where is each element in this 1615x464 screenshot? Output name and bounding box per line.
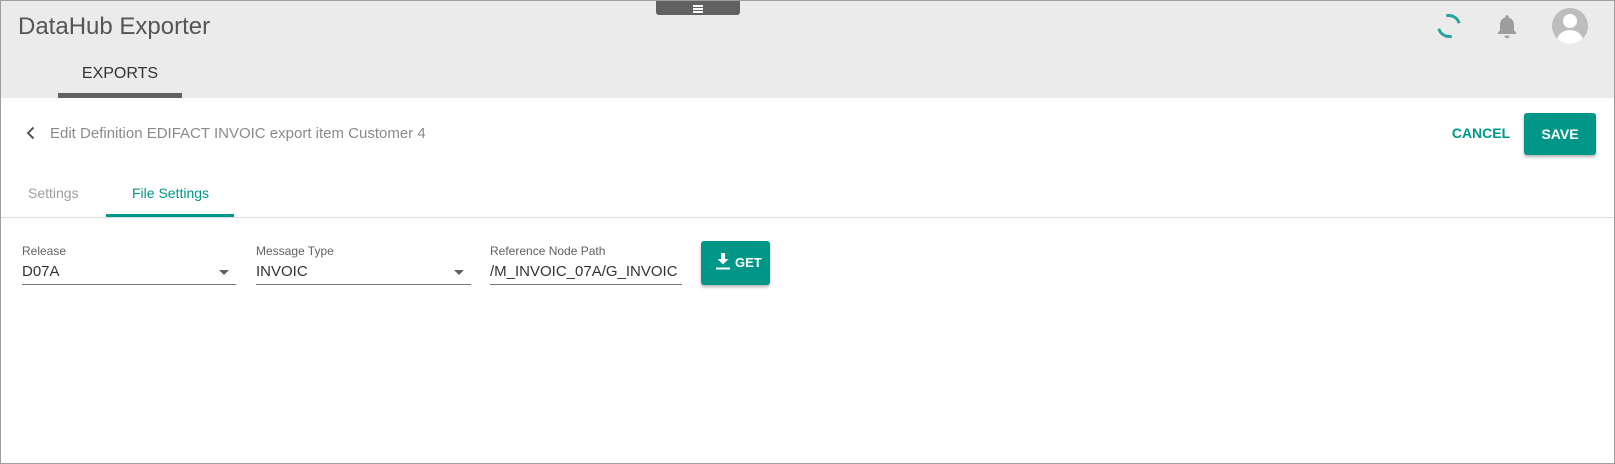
tab-file-settings[interactable]: File Settings (132, 185, 209, 201)
reference-node-path-label: Reference Node Path (490, 244, 606, 258)
nav-tab-exports[interactable]: EXPORTS (58, 65, 182, 83)
app-window: DataHub Exporter EXPORTS Edit Definition… (0, 0, 1615, 464)
drawer-handle[interactable] (656, 1, 740, 15)
release-label: Release (22, 244, 67, 258)
loading-spinner-icon (1432, 9, 1466, 43)
message-type-underline (256, 284, 471, 285)
nav-tab-active-indicator (58, 93, 182, 98)
cancel-button[interactable]: CANCEL (1441, 113, 1521, 153)
release-select[interactable]: D07A (22, 263, 212, 280)
menu-icon (693, 5, 703, 7)
app-bar: DataHub Exporter EXPORTS (1, 1, 1614, 98)
message-type-dropdown-arrow-icon[interactable] (454, 270, 464, 275)
release-underline (22, 284, 236, 285)
release-dropdown-arrow-icon[interactable] (219, 270, 229, 275)
tabs-divider (1, 217, 1614, 218)
tab-settings[interactable]: Settings (28, 185, 79, 201)
page-title: Edit Definition EDIFACT INVOIC export it… (50, 125, 426, 142)
reference-node-path-input[interactable]: /M_INVOIC_07A/G_INVOIC (490, 263, 682, 280)
save-button[interactable]: SAVE (1524, 113, 1596, 155)
get-button[interactable]: GET (701, 241, 770, 285)
get-button-label: GET (735, 255, 762, 270)
message-type-label: Message Type (256, 244, 334, 258)
app-title: DataHub Exporter (18, 13, 211, 40)
message-type-select[interactable]: INVOIC (256, 263, 446, 280)
download-icon (716, 253, 730, 270)
back-chevron-icon[interactable] (23, 125, 39, 141)
notifications-bell-icon[interactable] (1494, 13, 1520, 41)
reference-node-path-underline (490, 284, 682, 285)
user-avatar[interactable] (1552, 8, 1588, 44)
